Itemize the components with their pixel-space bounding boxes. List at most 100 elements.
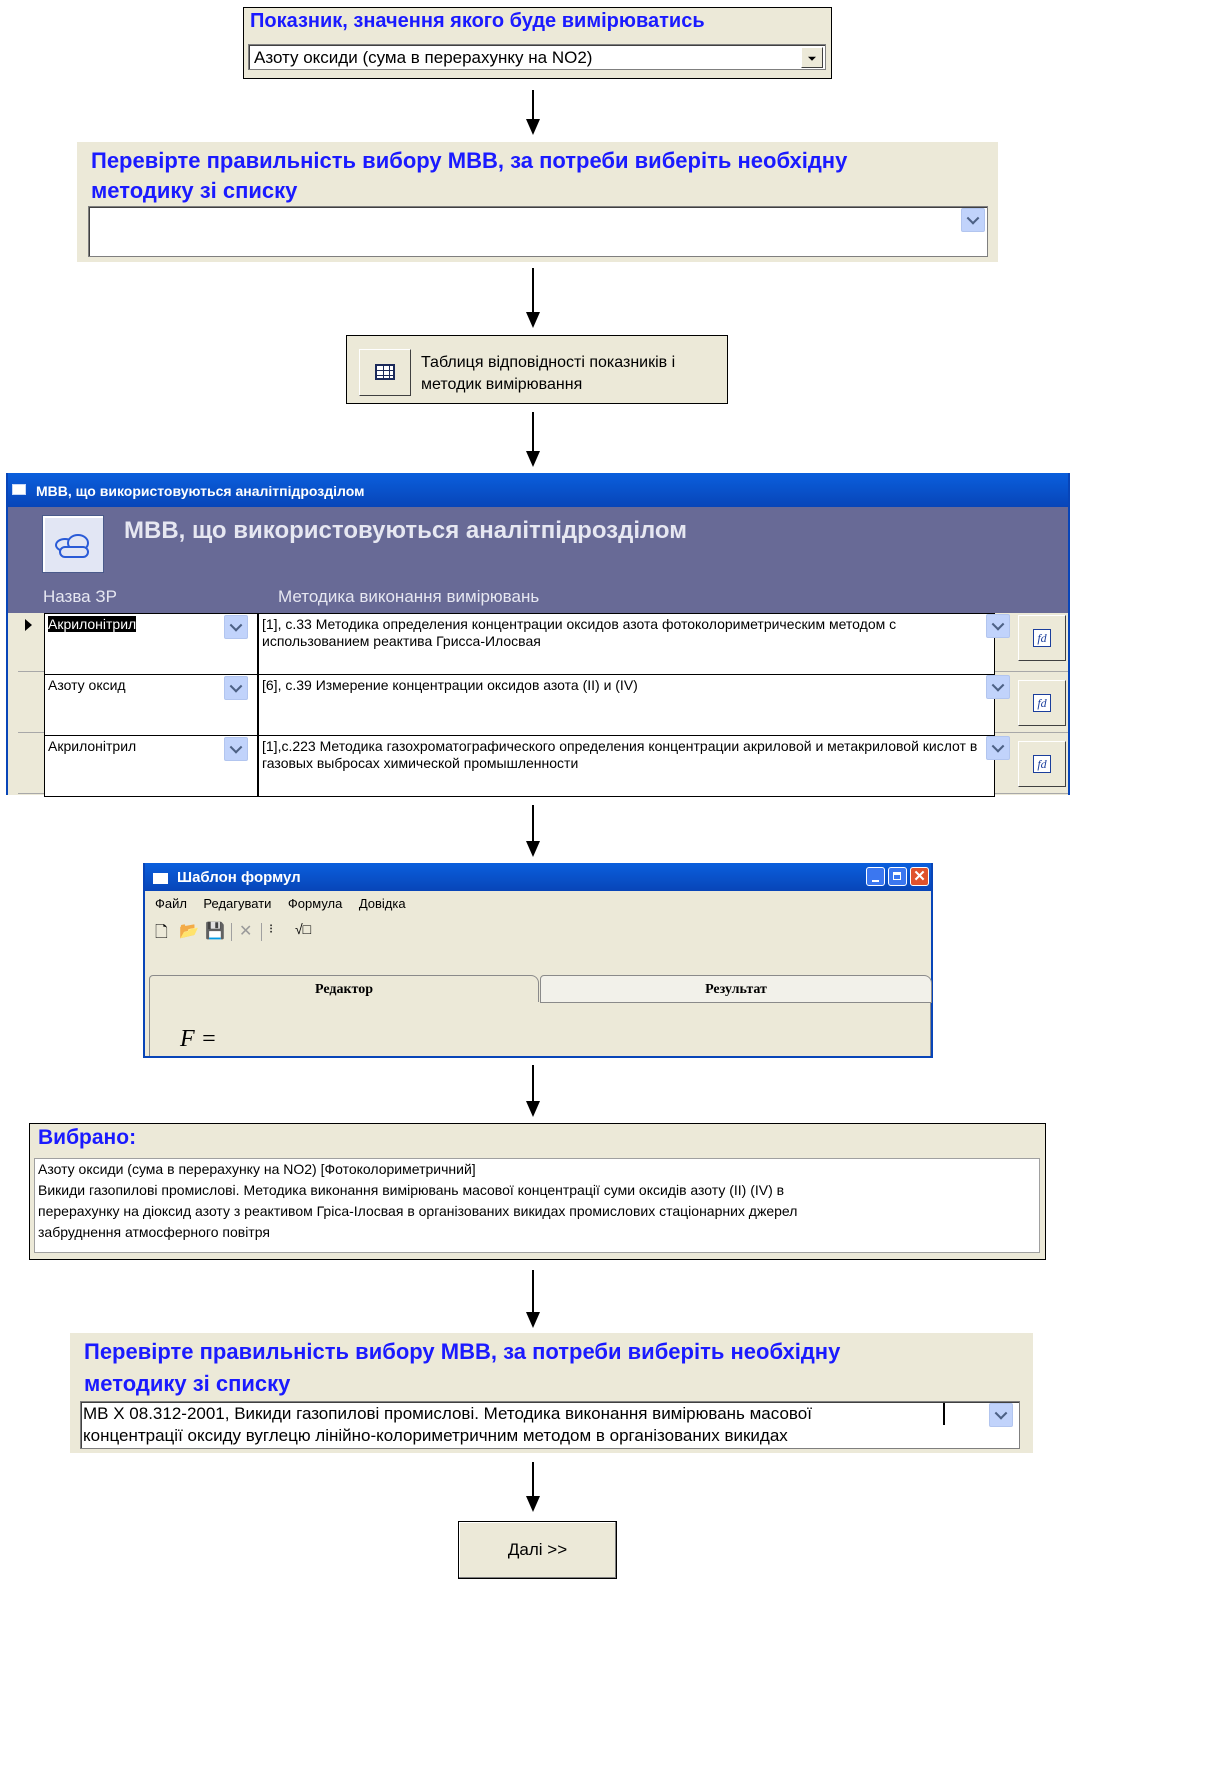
formula-editor-area[interactable]: F = bbox=[149, 1002, 931, 1056]
check-method-title-2-line2: методику зі списку bbox=[84, 1371, 291, 1396]
method-cell-value: [6], с.39 Измерение концентрации оксидов… bbox=[262, 677, 638, 693]
down-arrow-icon bbox=[523, 90, 543, 135]
table-button-label: Таблиця відповідності показників і метод… bbox=[421, 352, 675, 396]
selected-line: Азоту оксиди (сума в перерахунку на NO2)… bbox=[38, 1161, 476, 1177]
dropdown-chevron-icon[interactable] bbox=[986, 614, 1010, 638]
table-button-panel: Таблиця відповідності показників і метод… bbox=[346, 335, 728, 404]
down-arrow-icon bbox=[523, 1270, 543, 1328]
cloud-icon bbox=[42, 515, 104, 573]
method-cell[interactable]: [1],с.223 Методика газохроматографическо… bbox=[258, 735, 995, 797]
tab-strip: Редактор Результат bbox=[149, 975, 932, 1003]
selected-line: перерахунку на діоксид азоту з реактивом… bbox=[38, 1203, 798, 1219]
table-button[interactable] bbox=[359, 349, 411, 396]
text-cursor bbox=[943, 1403, 945, 1425]
menu-help[interactable]: Довідка bbox=[359, 896, 406, 911]
selected-text: Азоту оксиди (сума в перерахунку на NO2)… bbox=[34, 1158, 1040, 1253]
current-record-icon bbox=[25, 619, 32, 631]
formula-window-title: Шаблон формул bbox=[177, 869, 301, 886]
formula-button[interactable]: fd bbox=[1018, 741, 1066, 787]
selected-line: Викиди газопилові промислові. Методика в… bbox=[38, 1182, 785, 1198]
new-file-icon[interactable]: 🗋 bbox=[155, 921, 168, 948]
check-method-panel-2: Перевірте правильність вибору МВВ, за по… bbox=[70, 1333, 1033, 1453]
dropdown-chevron-icon[interactable] bbox=[224, 676, 248, 700]
selected-title: Вибрано: bbox=[38, 1126, 137, 1149]
minimize-icon[interactable] bbox=[866, 867, 885, 886]
check-method-title-2-line1: Перевірте правильність вибору МВВ, за по… bbox=[84, 1339, 841, 1364]
formula-icon: fd bbox=[1033, 629, 1051, 647]
open-folder-icon[interactable]: 📂 bbox=[179, 921, 199, 941]
down-arrow-icon bbox=[523, 1462, 543, 1512]
sqrt-icon[interactable]: √□ bbox=[295, 921, 311, 937]
save-icon[interactable]: 💾 bbox=[205, 921, 225, 941]
window-icon bbox=[153, 873, 168, 884]
check-method-title-line2: методику зі списку bbox=[91, 178, 298, 203]
mvb-window-title: МВВ, що використовуються аналітпідрозділ… bbox=[36, 483, 365, 499]
maximize-icon[interactable] bbox=[888, 867, 907, 886]
col-name-header: Назва ЗР bbox=[43, 587, 117, 606]
name-cell-value: Акрилонітрил bbox=[48, 738, 137, 754]
dropdown-chevron-icon[interactable] bbox=[986, 675, 1010, 699]
dropdown-chevron-icon[interactable] bbox=[224, 615, 248, 639]
next-button-label: Далі >> bbox=[507, 1540, 568, 1559]
menu-bar: Файл Редагувати Формула Довідка bbox=[155, 895, 418, 913]
down-arrow-icon bbox=[523, 268, 543, 328]
down-arrow-icon bbox=[523, 1065, 543, 1117]
menu-file[interactable]: Файл bbox=[155, 896, 187, 911]
indicator-panel: Показник, значення якого буде вимірювати… bbox=[243, 7, 832, 79]
dropdown-chevron-icon[interactable] bbox=[989, 1403, 1013, 1427]
method-select-2-value: МВ Х 08.312-2001, Викиди газопилові пром… bbox=[83, 1403, 812, 1447]
method-cell[interactable]: [1], с.33 Методика определения концентра… bbox=[258, 613, 995, 675]
dropdown-chevron-icon[interactable] bbox=[961, 208, 985, 232]
table-row[interactable]: Акрилонітрил [1], с.33 Методика определе… bbox=[18, 613, 1068, 675]
name-cell-value: Азоту оксид bbox=[48, 677, 126, 693]
formula-window: Шаблон формул ✕ Файл Редагувати Формула … bbox=[143, 863, 933, 1058]
table-row[interactable]: Акрилонітрил [1],с.223 Методика газохром… bbox=[18, 735, 1068, 797]
check-method-title-2: Перевірте правильність вибору МВВ, за по… bbox=[84, 1336, 840, 1400]
indicator-select[interactable]: Азоту оксиди (сума в перерахунку на NO2) bbox=[248, 44, 826, 70]
method-select[interactable] bbox=[88, 206, 988, 257]
col-method-header: Методика виконання вимірювань bbox=[278, 587, 540, 606]
toolbar-separator bbox=[231, 923, 232, 941]
menu-formula[interactable]: Формула bbox=[288, 896, 342, 911]
record-selector[interactable] bbox=[18, 613, 45, 671]
down-arrow-icon bbox=[523, 805, 543, 857]
delete-icon[interactable]: ✕ bbox=[239, 921, 252, 941]
indicator-select-value: Азоту оксиди (сума в перерахунку на NO2) bbox=[254, 48, 593, 67]
mvb-window-titlebar: МВВ, що використовуються аналітпідрозділ… bbox=[8, 473, 1068, 507]
table-row[interactable]: Азоту оксид [6], с.39 Измерение концентр… bbox=[18, 674, 1068, 736]
method-cell-value: [1],с.223 Методика газохроматографическо… bbox=[262, 738, 978, 771]
formula-button[interactable]: fd bbox=[1018, 680, 1066, 726]
record-selector[interactable] bbox=[18, 735, 45, 793]
next-button[interactable]: Далі >> bbox=[458, 1521, 617, 1579]
fraction-icon[interactable]: ⁝ bbox=[269, 921, 273, 937]
check-method-title: Перевірте правильність вибору МВВ, за по… bbox=[91, 146, 847, 206]
method-select-2[interactable]: МВ Х 08.312-2001, Викиди газопилові пром… bbox=[80, 1401, 1020, 1449]
formula-icon: fd bbox=[1033, 694, 1051, 712]
selected-panel: Вибрано: Азоту оксиди (сума в перерахунк… bbox=[29, 1123, 1046, 1260]
record-selector[interactable] bbox=[18, 674, 45, 732]
down-arrow-icon bbox=[523, 412, 543, 467]
formula-window-titlebar: Шаблон формул ✕ bbox=[145, 863, 931, 891]
method-select-2-line1: МВ Х 08.312-2001, Викиди газопилові пром… bbox=[83, 1404, 812, 1423]
tab-result[interactable]: Результат bbox=[540, 975, 932, 1003]
method-cell-value: [1], с.33 Методика определения концентра… bbox=[262, 616, 897, 649]
table-button-label-line2: методик вимірювання bbox=[421, 376, 583, 393]
form-icon bbox=[12, 484, 26, 495]
mvb-window: МВВ, що використовуються аналітпідрозділ… bbox=[6, 473, 1070, 797]
check-method-panel: Перевірте правильність вибору МВВ, за по… bbox=[77, 142, 998, 262]
tab-editor[interactable]: Редактор bbox=[149, 975, 539, 1002]
dropdown-chevron-icon[interactable] bbox=[986, 736, 1010, 760]
menu-edit[interactable]: Редагувати bbox=[203, 896, 271, 911]
name-cell-value: Акрилонітрил bbox=[48, 616, 137, 632]
table-icon bbox=[375, 364, 395, 380]
mvb-header-title: МВВ, що використовуються аналітпідрозділ… bbox=[124, 517, 688, 544]
check-method-title-line1: Перевірте правильність вибору МВВ, за по… bbox=[91, 148, 848, 173]
dropdown-arrow-icon[interactable] bbox=[801, 47, 823, 68]
toolbar: 🗋 📂 💾 ✕ ⁝ √□ bbox=[155, 921, 375, 943]
method-cell[interactable]: [6], с.39 Измерение концентрации оксидов… bbox=[258, 674, 995, 736]
mvb-header: МВВ, що використовуються аналітпідрозділ… bbox=[8, 507, 1068, 613]
formula-button[interactable]: fd bbox=[1018, 615, 1066, 661]
close-icon[interactable]: ✕ bbox=[910, 867, 929, 886]
dropdown-chevron-icon[interactable] bbox=[224, 737, 248, 761]
indicator-title: Показник, значення якого буде вимірювати… bbox=[250, 10, 705, 32]
